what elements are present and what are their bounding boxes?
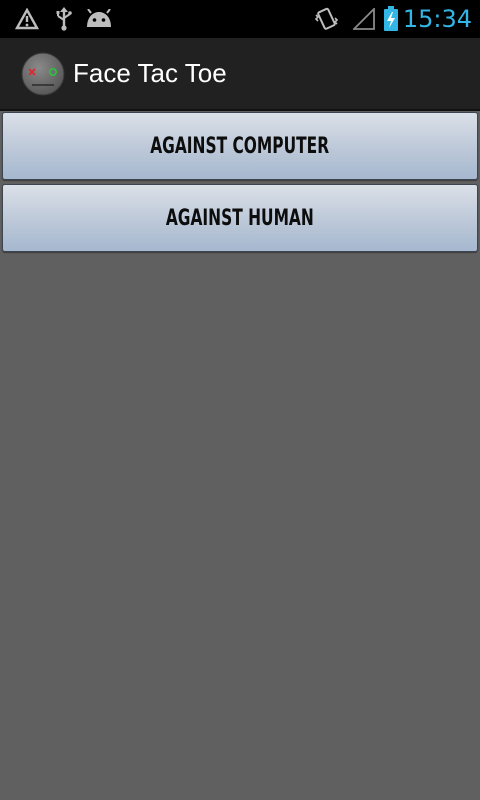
face-tac-toe-app-icon[interactable] — [21, 52, 65, 96]
android-debug-icon — [84, 0, 114, 38]
against-human-button[interactable]: AGAINST HUMAN — [2, 184, 478, 252]
usb-icon — [52, 0, 76, 38]
clock-time: 15:34 — [402, 5, 472, 33]
status-bar: 15:34 — [0, 0, 480, 38]
app-title: Face Tac Toe — [73, 58, 227, 88]
action-bar: Face Tac Toe — [0, 38, 480, 111]
against-computer-button[interactable]: AGAINST COMPUTER — [2, 112, 478, 180]
against-computer-label: AGAINST COMPUTER — [150, 133, 330, 159]
warning-triangle-icon — [14, 0, 40, 38]
vibrate-icon — [312, 0, 340, 38]
against-human-label: AGAINST HUMAN — [166, 205, 314, 231]
signal-icon — [352, 0, 376, 38]
battery-charging-icon — [382, 0, 400, 38]
